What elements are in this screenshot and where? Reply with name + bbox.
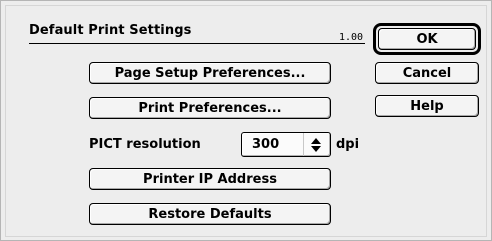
select-divider	[303, 133, 304, 156]
page-setup-preferences-button[interactable]: Page Setup Preferences...	[89, 62, 331, 84]
pict-resolution-value: 300	[252, 137, 280, 152]
cancel-button[interactable]: Cancel	[375, 62, 479, 84]
pict-resolution-label: PICT resolution	[89, 137, 201, 152]
print-settings-dialog: Default Print Settings 1.00 Page Setup P…	[0, 0, 492, 241]
title-divider	[29, 43, 365, 44]
up-down-arrows-icon	[311, 138, 321, 152]
printer-ip-address-button[interactable]: Printer IP Address	[89, 168, 331, 190]
dpi-unit-label: dpi	[336, 137, 360, 152]
help-button[interactable]: Help	[375, 95, 479, 117]
ok-button[interactable]: OK	[378, 28, 476, 50]
pict-resolution-select[interactable]: 300	[241, 132, 331, 157]
print-preferences-button[interactable]: Print Preferences...	[89, 97, 331, 119]
restore-defaults-button[interactable]: Restore Defaults	[89, 203, 331, 225]
dialog-title: Default Print Settings	[29, 23, 192, 38]
version-label: 1.00	[339, 32, 364, 43]
